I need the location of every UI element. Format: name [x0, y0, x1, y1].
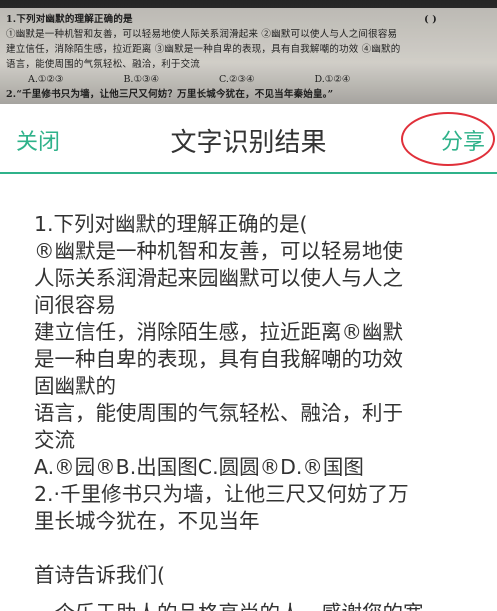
result-line: 人际关系润滑起来园幽默可以使人与人之: [34, 266, 403, 290]
photo-line-1: 1.下列对幽默的理解正确的是: [6, 14, 133, 25]
photo-line-3: 建立信任，消除陌生感，拉近距离 ③幽默是一种自卑的表现，具有自我解嘲的功效 ④幽…: [6, 44, 401, 55]
photo-question-2: 2.“千里修书只为墙，让他三尺又何妨？万里长城今犹在，不见当年秦始皇。”: [6, 89, 334, 100]
result-line: 固幽默的: [34, 374, 116, 398]
photo-options: A.①②③ B.①③④ C.②③④ D.①②④: [6, 72, 491, 87]
result-line: 是一种自卑的表现，具有自我解嘲的功效: [34, 347, 403, 371]
result-line: 建立信任，消除陌生感，拉近距离®幽默: [34, 320, 403, 344]
scanned-page: 1.下列对幽默的理解正确的是 ( ) ①幽默是一种机智和友善，可以轻易地使人际关…: [0, 8, 497, 104]
photo-option-c: C.②③④: [219, 74, 255, 85]
result-line: 首诗告诉我们(: [34, 563, 165, 587]
result-line: 间很容易: [34, 293, 116, 317]
result-line: 2.·千里修书只为墙，让他三尺又何妨了万: [34, 482, 409, 506]
photo-line-4: 语言，能使周围的气氛轻松、融洽，利于交流: [6, 59, 201, 70]
result-line-cut-off: 一个乐于助人的品格高尚的人。感谢您的宽容: [34, 600, 434, 611]
page-title: 文字识别结果: [170, 128, 327, 158]
recognized-text[interactable]: 1.下列对幽默的理解正确的是( ®幽默是一种机智和友善，可以轻易地使 人际关系润…: [34, 211, 474, 589]
photo-answer-paren: ( ): [424, 14, 437, 25]
camera-photo-preview: 1.下列对幽默的理解正确的是 ( ) ①幽默是一种机智和友善，可以轻易地使人际关…: [0, 0, 497, 104]
photo-question-1: 1.下列对幽默的理解正确的是 ( ): [6, 12, 491, 27]
photo-line-2: ①幽默是一种机智和友善，可以轻易地使人际关系润滑起来 ②幽默可以使人与人之间很容…: [6, 29, 398, 40]
photo-option-d: D.①②④: [314, 74, 351, 85]
result-line: ®幽默是一种机智和友善，可以轻易地使: [34, 239, 403, 263]
result-line: 语言，能使周围的气氛轻松、融洽，利于: [34, 401, 403, 425]
result-line: 1.下列对幽默的理解正确的是(: [34, 212, 308, 236]
result-line: 交流: [34, 428, 75, 452]
result-header: 关闭 文字识别结果 分享: [0, 104, 497, 174]
photo-option-a: A.①②③: [28, 74, 64, 85]
result-line: A.®园®B.出国图C.圆圆®D.®国图: [34, 455, 364, 479]
share-button[interactable]: 分享: [441, 124, 485, 156]
result-line: 里长城今犹在，不见当年: [34, 509, 260, 533]
photo-option-b: B.①③④: [123, 74, 159, 85]
